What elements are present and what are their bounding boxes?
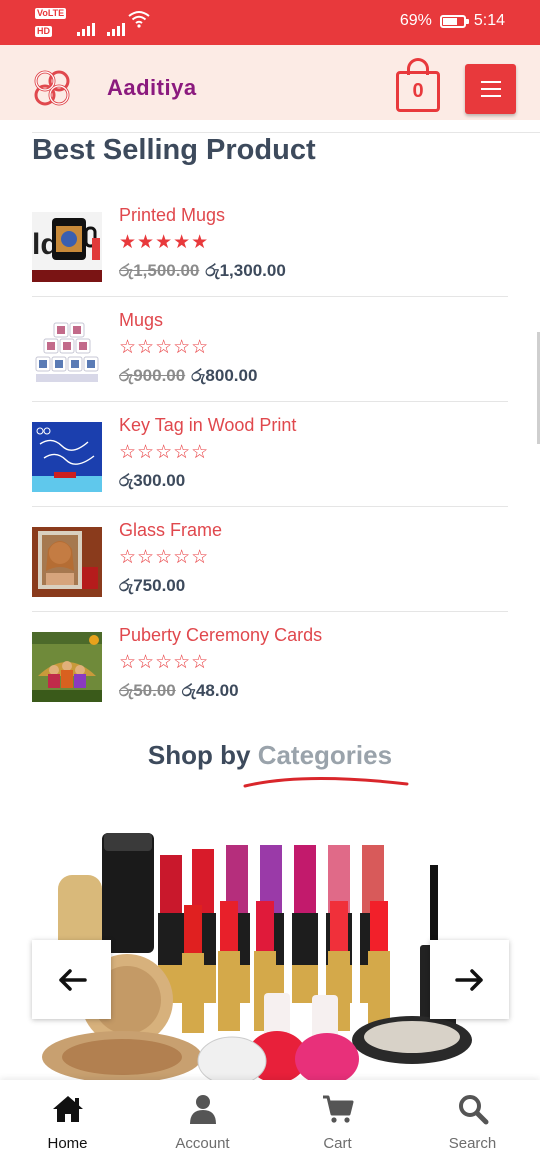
cart-bag-button[interactable]: 0 <box>396 58 440 112</box>
arrow-right-icon <box>454 968 483 991</box>
rating-stars: ☆☆☆☆☆ <box>119 652 210 673</box>
nav-label: Cart <box>323 1135 352 1152</box>
hamburger-line <box>480 88 501 90</box>
sale-price: රු48.00 <box>181 681 239 700</box>
product-name[interactable]: Puberty Ceremony Cards <box>119 625 322 646</box>
battery-icon <box>439 14 469 28</box>
carousel-prev-button[interactable] <box>32 940 111 1019</box>
product-image[interactable] <box>32 317 102 387</box>
product-item[interactable]: ld Printed Mugs ★★★★★ රු1,500.00 රු1,300.… <box>32 192 508 297</box>
sale-price: රු750.00 <box>119 576 186 595</box>
product-image[interactable]: ld <box>32 212 102 282</box>
arrow-left-icon <box>58 968 87 991</box>
product-name[interactable]: Mugs <box>119 310 163 331</box>
product-name[interactable]: Key Tag in Wood Print <box>119 415 296 436</box>
product-price: රු300.00 <box>119 471 185 491</box>
hamburger-line <box>480 81 501 83</box>
underline-swoosh <box>243 776 409 788</box>
signal-icon <box>77 23 95 36</box>
product-price: රු1,500.00 රු1,300.00 <box>119 261 286 281</box>
sale-price: රු1,300.00 <box>205 261 286 280</box>
categories-title-plain: Shop by <box>147 740 258 770</box>
categories-title-accent: Categories <box>257 740 393 770</box>
product-image[interactable] <box>32 527 102 597</box>
clock: 5:14 <box>473 12 505 29</box>
home-icon <box>52 1096 83 1122</box>
product-price: රු50.00 රු48.00 <box>119 681 239 701</box>
product-list: ld Printed Mugs ★★★★★ රු1,500.00 රු1,300.… <box>32 192 508 717</box>
volte-badge: VoLTE <box>35 8 67 19</box>
bottom-nav: Home Account Cart Search <box>0 1080 540 1170</box>
cart-count: 0 <box>396 71 440 112</box>
sale-price: රු800.00 <box>191 366 258 385</box>
search-icon <box>458 1095 488 1125</box>
brand-name[interactable]: Aaditiya <box>107 75 197 101</box>
old-price: රු900.00 <box>119 366 186 385</box>
battery-fill <box>442 17 457 25</box>
rating-stars: ☆☆☆☆☆ <box>119 547 210 568</box>
product-price: රු750.00 <box>119 576 185 596</box>
nav-cart[interactable]: Cart <box>270 1080 405 1170</box>
signal-icon-2 <box>107 23 125 36</box>
wifi-icon <box>128 11 150 28</box>
menu-button[interactable] <box>465 64 516 114</box>
hd-badge: HD <box>35 26 52 37</box>
section-title: Best Selling Product <box>32 134 316 166</box>
old-price: රු50.00 <box>119 681 176 700</box>
status-right: 69% 5:14 <box>400 12 505 30</box>
product-item[interactable]: Glass Frame ☆☆☆☆☆ රු750.00 <box>32 507 508 612</box>
rating-stars: ☆☆☆☆☆ <box>119 337 210 358</box>
product-image[interactable] <box>32 632 102 702</box>
product-image[interactable] <box>32 422 102 492</box>
product-name[interactable]: Glass Frame <box>119 520 222 541</box>
product-price: රු900.00 රු800.00 <box>119 366 257 386</box>
battery-percent: 69% <box>399 12 432 29</box>
rating-stars: ☆☆☆☆☆ <box>119 442 210 463</box>
product-item[interactable]: Puberty Ceremony Cards ☆☆☆☆☆ රු50.00 රු48… <box>32 612 508 717</box>
product-name[interactable]: Printed Mugs <box>119 205 225 226</box>
nav-search[interactable]: Search <box>405 1080 540 1170</box>
nav-home[interactable]: Home <box>0 1080 135 1170</box>
sale-price: රු300.00 <box>119 471 186 490</box>
page: VoLTE HD 69% 5:14 Aaditiya 0 Best Sellin… <box>0 0 540 1170</box>
carousel-next-button[interactable] <box>430 940 509 1019</box>
rating-stars: ★★★★★ <box>119 232 210 253</box>
hamburger-line <box>480 95 501 97</box>
status-left: VoLTE HD <box>35 8 155 40</box>
cart-icon <box>322 1095 353 1123</box>
nav-account[interactable]: Account <box>135 1080 270 1170</box>
brand-logo-icon[interactable] <box>30 66 74 110</box>
product-item[interactable]: Mugs ☆☆☆☆☆ රු900.00 රු800.00 <box>32 297 508 402</box>
status-bar: VoLTE HD 69% 5:14 <box>0 0 540 45</box>
user-icon <box>189 1095 216 1124</box>
categories-title: Shop by Categories <box>0 740 540 771</box>
product-item[interactable]: Key Tag in Wood Print ☆☆☆☆☆ රු300.00 <box>32 402 508 507</box>
nav-label: Account <box>175 1135 230 1152</box>
divider <box>32 132 540 133</box>
nav-label: Home <box>47 1135 88 1152</box>
old-price: රු1,500.00 <box>119 261 200 280</box>
nav-label: Search <box>448 1135 497 1152</box>
site-header: Aaditiya 0 <box>0 45 540 120</box>
